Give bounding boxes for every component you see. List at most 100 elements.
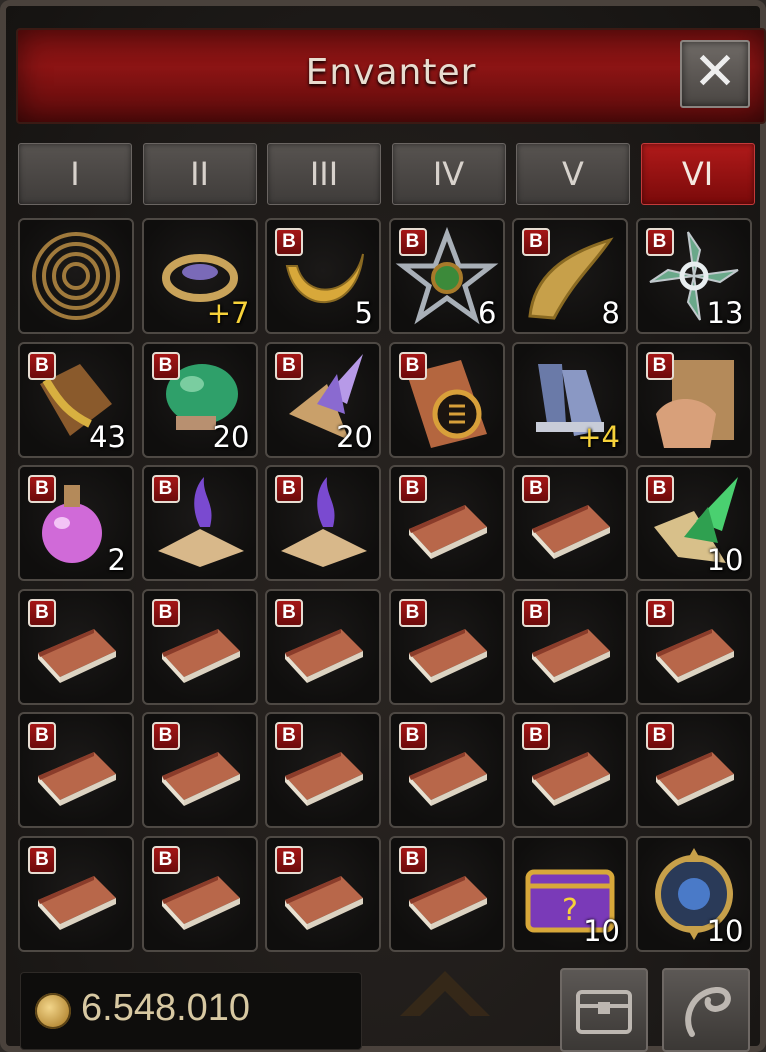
bound-badge: B bbox=[275, 351, 303, 380]
bound-badge: B bbox=[522, 228, 550, 256]
bound-badge: B bbox=[645, 598, 674, 627]
item-quantity: 43 bbox=[89, 419, 126, 454]
item-quantity: 8 bbox=[601, 296, 620, 330]
bound-badge: B bbox=[151, 475, 180, 503]
svg-text:?: ? bbox=[562, 893, 578, 928]
inventory-slot[interactable]: B bbox=[388, 712, 505, 828]
bound-badge: B bbox=[645, 351, 674, 380]
close-button[interactable]: ✕ bbox=[680, 40, 750, 108]
inventory-slot[interactable]: B 20 bbox=[265, 341, 381, 458]
item-quantity: 5 bbox=[354, 296, 373, 330]
sort-icon bbox=[685, 987, 731, 1037]
bound-badge: B bbox=[275, 722, 303, 750]
spiral-ring-icon bbox=[32, 232, 120, 320]
inventory-slot[interactable]: B bbox=[388, 588, 505, 705]
bound-badge: B bbox=[398, 228, 427, 256]
gold-amount: 6.548.010 bbox=[81, 987, 251, 1029]
inventory-slot[interactable]: B bbox=[388, 465, 505, 581]
inventory-slot[interactable]: B5 bbox=[265, 218, 381, 334]
bound-badge: B bbox=[398, 351, 427, 380]
tab-i[interactable]: I bbox=[18, 143, 132, 205]
bound-badge: B bbox=[151, 598, 180, 627]
bound-badge: B bbox=[28, 598, 56, 627]
enhance-level: +7 bbox=[206, 296, 250, 330]
inventory-slot[interactable]: B 10 bbox=[635, 465, 752, 581]
inventory-slot[interactable]: B bbox=[141, 835, 258, 952]
inventory-slot[interactable]: +7 bbox=[141, 218, 258, 334]
inventory-slot[interactable]: B bbox=[18, 712, 134, 828]
title-bar: Envanter ✕ bbox=[16, 28, 766, 124]
bound-badge: B bbox=[522, 722, 550, 750]
item-quantity: 6 bbox=[478, 296, 497, 330]
inventory-slot[interactable]: B bbox=[141, 712, 258, 828]
window-title: Envanter bbox=[305, 52, 477, 93]
close-icon: ✕ bbox=[693, 42, 737, 102]
inventory-slot[interactable]: B8 bbox=[512, 218, 628, 334]
bound-badge: B bbox=[398, 598, 427, 627]
item-quantity: 13 bbox=[706, 296, 744, 330]
sort-button[interactable] bbox=[662, 968, 750, 1052]
inventory-slot[interactable]: B bbox=[512, 588, 628, 705]
inventory-slot[interactable]: B bbox=[388, 835, 505, 952]
bound-badge: B bbox=[522, 475, 550, 503]
inventory-slot[interactable]: B bbox=[388, 341, 505, 458]
gold-display: 6.548.010 bbox=[20, 972, 362, 1050]
inventory-slot[interactable]: B bbox=[512, 712, 628, 828]
item-quantity: 20 bbox=[212, 419, 250, 454]
bound-badge: B bbox=[645, 228, 674, 256]
inventory-slot[interactable]: B 13 bbox=[635, 218, 752, 334]
inventory-grid: +7 B 5 B 6 B 8 B 13 B 43 B 20 B 20 B +4 B B 2 B B B B B 10 B B B B B B B… bbox=[18, 218, 754, 954]
inventory-slot[interactable] bbox=[18, 218, 134, 334]
bound-badge: B bbox=[28, 722, 56, 750]
bound-badge: B bbox=[28, 351, 56, 380]
inventory-slot[interactable]: B bbox=[265, 835, 381, 952]
tab-bar: I II III IV V VI bbox=[18, 143, 756, 205]
inventory-slot[interactable]: B bbox=[141, 588, 258, 705]
inventory-slot[interactable]: B bbox=[635, 712, 752, 828]
enhance-level: +4 bbox=[577, 419, 620, 454]
bound-badge: B bbox=[28, 475, 56, 503]
inventory-slot[interactable]: +4 bbox=[512, 341, 628, 458]
bound-badge: B bbox=[645, 722, 674, 750]
tab-iii[interactable]: III bbox=[267, 143, 381, 205]
item-quantity: 20 bbox=[336, 419, 373, 454]
bound-badge: B bbox=[28, 845, 56, 874]
inventory-slot[interactable]: 10 bbox=[635, 835, 752, 952]
inventory-slot[interactable]: B bbox=[512, 465, 628, 581]
bound-badge: B bbox=[151, 351, 180, 380]
bound-badge: B bbox=[522, 598, 550, 627]
inventory-slot[interactable]: B2 bbox=[18, 465, 134, 581]
inventory-slot[interactable]: B bbox=[265, 712, 381, 828]
inventory-slot[interactable]: B bbox=[265, 465, 381, 581]
tab-ii[interactable]: II bbox=[142, 143, 257, 205]
bound-badge: B bbox=[275, 845, 303, 874]
bound-badge: B bbox=[645, 475, 674, 503]
inventory-slot[interactable]: B6 bbox=[388, 218, 505, 334]
inventory-slot[interactable]: B bbox=[18, 835, 134, 952]
gold-coin-icon bbox=[35, 993, 71, 1029]
tab-iv[interactable]: IV bbox=[391, 143, 506, 205]
inventory-window: Envanter ✕ I II III IV V VI +7 B 5 B 6 B 8 B 13 B 43 B 20… bbox=[0, 0, 766, 1052]
storage-chest-button[interactable] bbox=[560, 968, 648, 1052]
bound-badge: B bbox=[275, 475, 303, 503]
inventory-slot[interactable]: B bbox=[265, 588, 381, 705]
bound-badge: B bbox=[275, 228, 303, 256]
bound-badge: B bbox=[151, 722, 180, 750]
item-quantity: 10 bbox=[706, 913, 744, 948]
chest-icon bbox=[576, 990, 632, 1034]
inventory-slot[interactable]: B bbox=[635, 341, 752, 458]
item-quantity: 10 bbox=[583, 913, 620, 948]
bound-badge: B bbox=[151, 845, 180, 874]
bound-badge: B bbox=[398, 845, 427, 874]
inventory-slot[interactable]: ? 10 bbox=[512, 835, 628, 952]
inventory-slot[interactable]: B bbox=[18, 588, 134, 705]
inventory-slot[interactable]: B 43 bbox=[18, 341, 134, 458]
inventory-slot[interactable]: B 20 bbox=[141, 341, 258, 458]
tab-v[interactable]: V bbox=[516, 143, 630, 205]
tab-vi[interactable]: VI bbox=[640, 143, 755, 205]
bound-badge: B bbox=[398, 475, 427, 503]
bound-badge: B bbox=[275, 598, 303, 627]
chevron-up-icon[interactable] bbox=[390, 946, 500, 1026]
inventory-slot[interactable]: B bbox=[141, 465, 258, 581]
inventory-slot[interactable]: B bbox=[635, 588, 752, 705]
